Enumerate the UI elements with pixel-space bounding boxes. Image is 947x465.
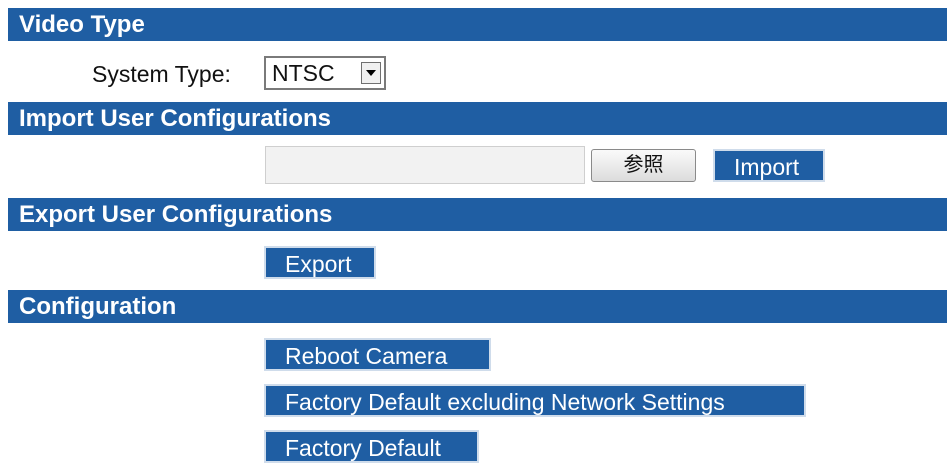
section-header-configuration: Configuration xyxy=(8,290,947,323)
section-header-video-type: Video Type xyxy=(8,8,947,41)
import-button[interactable]: Import xyxy=(713,149,825,182)
section-header-export-user-configurations: Export User Configurations xyxy=(8,198,947,231)
system-type-label: System Type: xyxy=(92,61,231,87)
import-file-path-input[interactable] xyxy=(265,146,585,184)
browse-button[interactable]: 参照 xyxy=(591,149,696,182)
export-button[interactable]: Export xyxy=(264,246,376,279)
reboot-camera-button[interactable]: Reboot Camera xyxy=(264,338,491,371)
dropdown-arrow-icon[interactable] xyxy=(361,62,381,84)
system-type-select[interactable]: NTSC xyxy=(264,56,386,90)
factory-default-button[interactable]: Factory Default xyxy=(264,430,479,463)
system-type-value: NTSC xyxy=(272,60,335,86)
factory-default-excluding-network-button[interactable]: Factory Default excluding Network Settin… xyxy=(264,384,806,417)
section-header-import-user-configurations: Import User Configurations xyxy=(8,102,947,135)
